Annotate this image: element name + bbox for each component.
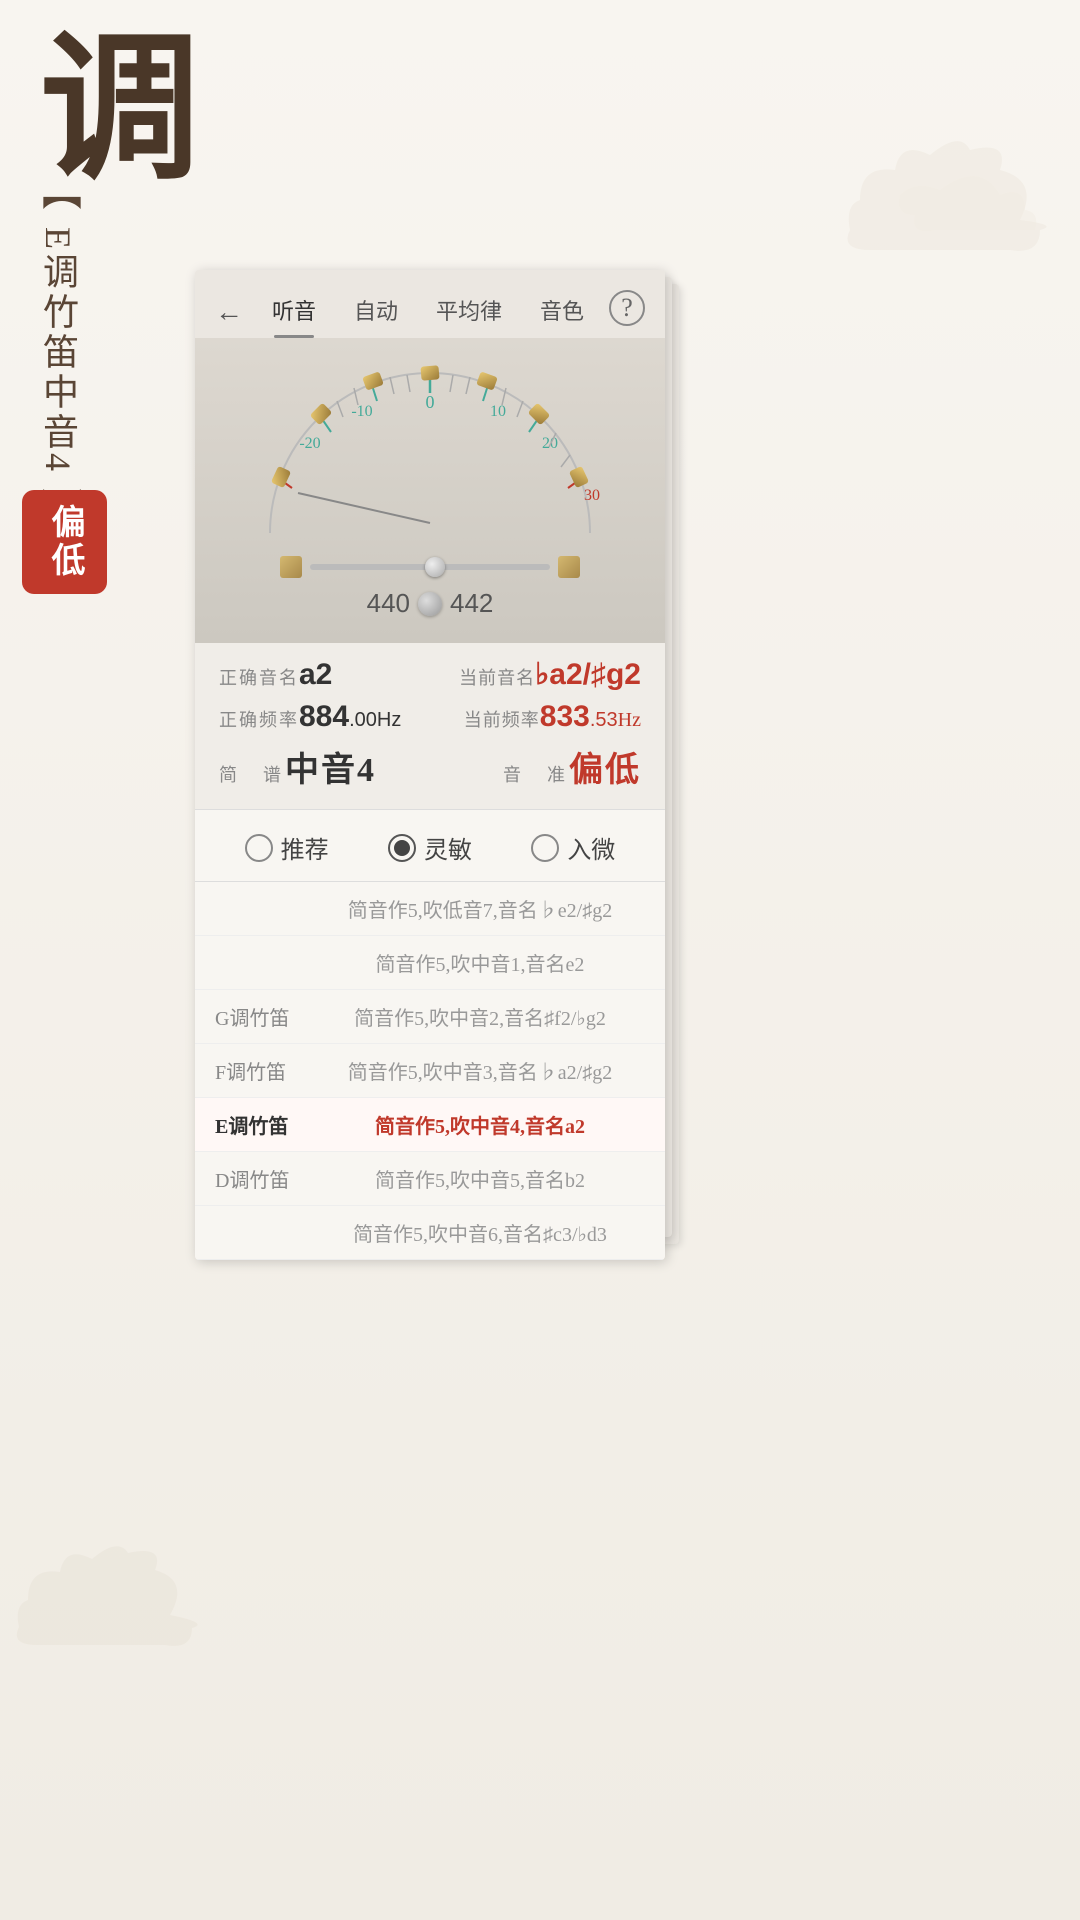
list-item[interactable]: 简音作5,吹中音1,音名e2 (195, 936, 665, 990)
note-description: 简音作5,吹中音2,音名♯f2/♭g2 (315, 1002, 645, 1031)
note-instrument: G调竹笛 (215, 1002, 315, 1031)
yinzhun-value: 偏低 (569, 742, 641, 791)
radio-inner-sensitive (394, 840, 410, 856)
tuner-info-section: 正确音名 a2 当前音名 ♭a2/♯g2 正确频率 884 .00 Hz 当前频… (195, 643, 665, 809)
correct-freq-decimal: .00 (349, 709, 377, 732)
radio-circle-fine (531, 834, 559, 862)
tuning-status-badge: 偏低 (22, 490, 107, 594)
svg-text:10: 10 (490, 403, 506, 420)
note-description: 简音作5,吹中音3,音名♭a2/♯g2 (315, 1056, 645, 1085)
slider-right-knob[interactable] (558, 556, 580, 578)
main-card: ← 听音 自动 平均律 音色 ? 0 (195, 270, 665, 1260)
list-item[interactable]: G调竹笛 简音作5,吹中音2,音名♯f2/♭g2 (195, 990, 665, 1044)
jian-yin-row: 简 谱 中音4 音 准 偏低 (219, 742, 641, 791)
list-item[interactable]: F调竹笛 简音作5,吹中音3,音名♭a2/♯g2 (195, 1044, 665, 1098)
freq-max-value: 442 (450, 588, 493, 619)
correct-note-label: 正确音名 (219, 664, 299, 690)
correct-freq-value: 884 (299, 700, 349, 734)
help-button[interactable]: ? (609, 290, 645, 326)
note-names-row: 正确音名 a2 当前音名 ♭a2/♯g2 (219, 657, 641, 692)
correct-note-value: a2 (299, 658, 332, 692)
list-item[interactable]: 简音作5,吹中音6,音名♯c3/♭d3 (195, 1206, 665, 1260)
tuner-meter-area: 0 10 -10 20 -20 (195, 338, 665, 643)
radio-fine[interactable]: 入微 (531, 830, 615, 865)
note-instrument-highlighted: E调竹笛 (215, 1110, 315, 1139)
tab-timbre[interactable]: 音色 (530, 288, 594, 338)
radio-label-sensitive: 灵敏 (424, 830, 472, 865)
tab-listen[interactable]: 听音 (262, 288, 326, 338)
frequency-selector-row: 440 442 (195, 588, 665, 619)
note-list: 简音作5,吹低音7,音名♭e2/♯g2 简音作5,吹中音1,音名e2 G调竹笛 … (195, 881, 665, 1260)
tuner-slider-row (195, 556, 665, 578)
frequencies-row: 正确频率 884 .00 Hz 当前频率 833 .53 Hz (219, 700, 641, 734)
note-description-highlighted: 简音作5,吹中音4,音名a2 (315, 1110, 645, 1139)
slider-left-knob[interactable] (280, 556, 302, 578)
radio-sensitive[interactable]: 灵敏 (388, 830, 472, 865)
nav-tabs: 听音 自动 平均律 音色 (253, 288, 603, 338)
jianpu-value: 中音4 (285, 742, 376, 791)
vertical-instrument-label: 【 E调竹笛中音4 】 (30, 170, 86, 532)
tuner-dial-svg: 0 10 -10 20 -20 (240, 348, 620, 548)
list-item[interactable]: 简音作5,吹低音7,音名♭e2/♯g2 (195, 882, 665, 936)
note-description: 简音作5,吹中音6,音名♯c3/♭d3 (315, 1218, 645, 1247)
tab-auto[interactable]: 自动 (344, 288, 408, 338)
freq-min-value: 440 (367, 588, 410, 619)
note-instrument: D调竹笛 (215, 1164, 315, 1193)
cloud-decoration-bottom (10, 1545, 210, 1690)
card-stack: ← 听音 自动 平均律 音色 ? 0 (195, 270, 685, 1260)
radio-label-recommended: 推荐 (281, 830, 329, 865)
radio-circle-recommended (245, 834, 273, 862)
svg-text:30: 30 (584, 487, 600, 504)
svg-text:-20: -20 (299, 435, 320, 452)
back-button[interactable]: ← (215, 297, 243, 329)
svg-text:0: 0 (426, 392, 435, 412)
meter-container: 0 10 -10 20 -20 (240, 348, 620, 548)
jianpu-label: 简 谱 (219, 761, 285, 787)
current-freq-unit: Hz (618, 709, 641, 732)
note-description: 简音作5,吹低音7,音名♭e2/♯g2 (315, 894, 645, 923)
freq-selector-knob[interactable] (418, 592, 442, 616)
note-description: 简音作5,吹中音1,音名e2 (315, 948, 645, 977)
note-description: 简音作5,吹中音5,音名b2 (315, 1164, 645, 1193)
note-instrument: F调竹笛 (215, 1056, 315, 1085)
correct-freq-label: 正确频率 (219, 706, 299, 732)
list-item-highlighted[interactable]: E调竹笛 简音作5,吹中音4,音名a2 (195, 1098, 665, 1152)
card-header: ← 听音 自动 平均律 音色 ? (195, 270, 665, 338)
current-freq-decimal: .53 (590, 709, 618, 732)
list-item[interactable]: D调竹笛 简音作5,吹中音5,音名b2 (195, 1152, 665, 1206)
svg-text:-10: -10 (351, 403, 372, 420)
current-freq-value: 833 (540, 700, 590, 734)
radio-circle-sensitive (388, 834, 416, 862)
correct-freq-unit: Hz (377, 709, 401, 732)
radio-label-fine: 入微 (567, 830, 615, 865)
current-freq-label: 当前频率 (464, 706, 540, 732)
cloud-decoration-top (840, 140, 1060, 305)
tab-equal-temperament[interactable]: 平均律 (426, 288, 512, 338)
current-note-value: ♭a2/♯g2 (535, 657, 641, 692)
slider-track[interactable] (310, 564, 550, 570)
radio-recommended[interactable]: 推荐 (245, 830, 329, 865)
slider-handle[interactable] (425, 557, 445, 577)
yinzhun-label: 音 准 (503, 761, 569, 787)
current-note-label: 当前音名 (459, 664, 535, 690)
sensitivity-radio-row: 推荐 灵敏 入微 (195, 809, 665, 881)
app-title-char: 调 (40, 30, 200, 190)
